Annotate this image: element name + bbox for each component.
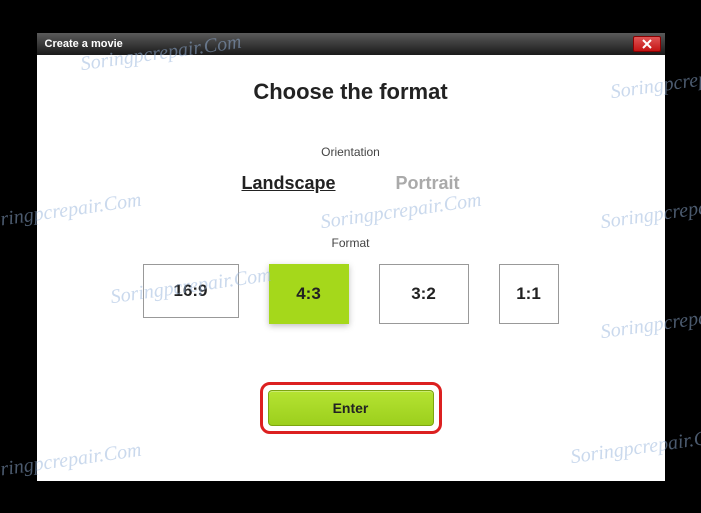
enter-highlight-frame: Enter — [260, 382, 442, 434]
page-title: Choose the format — [37, 79, 665, 105]
orientation-options: Landscape Portrait — [37, 173, 665, 194]
format-3-2[interactable]: 3:2 — [379, 264, 469, 324]
orientation-portrait[interactable]: Portrait — [396, 173, 460, 194]
orientation-landscape[interactable]: Landscape — [241, 173, 335, 194]
titlebar: Create a movie — [37, 33, 665, 55]
dialog-content: Choose the format Orientation Landscape … — [37, 55, 665, 434]
enter-button[interactable]: Enter — [268, 390, 434, 426]
format-options: 16:9 4:3 3:2 1:1 — [37, 264, 665, 324]
format-4-3[interactable]: 4:3 — [269, 264, 349, 324]
format-1-1[interactable]: 1:1 — [499, 264, 559, 324]
orientation-label: Orientation — [37, 145, 665, 159]
close-button[interactable] — [633, 36, 661, 52]
dialog: Create a movie Choose the format Orienta… — [37, 33, 665, 481]
window-title: Create a movie — [45, 38, 123, 50]
format-16-9[interactable]: 16:9 — [143, 264, 239, 318]
close-icon — [642, 39, 652, 49]
format-label: Format — [37, 236, 665, 250]
